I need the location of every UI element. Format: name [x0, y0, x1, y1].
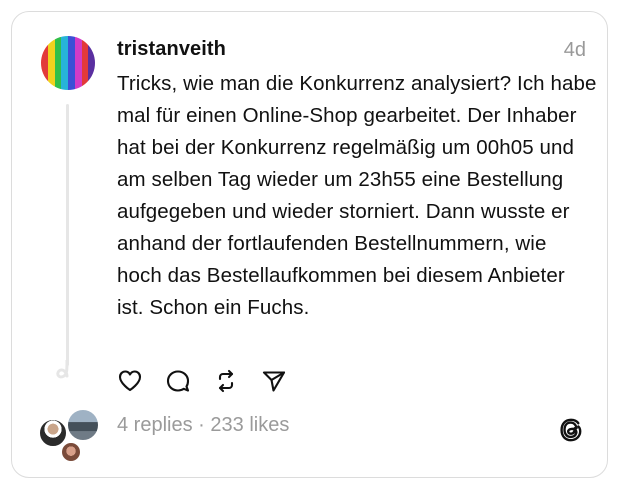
stats-separator: ·	[192, 414, 211, 436]
share-button[interactable]	[261, 368, 287, 394]
post-stats: 4 replies · 233 likes	[117, 414, 289, 437]
post-time[interactable]: 4d	[564, 39, 586, 62]
repost-button[interactable]	[213, 368, 239, 394]
username[interactable]: tristanveith	[117, 38, 226, 61]
avatar-stripe	[61, 36, 68, 90]
replies-count[interactable]: 4 replies	[117, 414, 193, 436]
avatar-stripe	[47, 36, 55, 90]
repost-icon	[218, 369, 234, 393]
reply-button[interactable]	[165, 368, 191, 394]
avatar-stripe	[74, 36, 82, 90]
avatar[interactable]	[41, 36, 95, 90]
threads-logo-icon[interactable]	[557, 416, 585, 444]
thread-line	[66, 104, 69, 366]
post-text: Tricks, wie man die Konkurrenz analysier…	[117, 72, 597, 319]
heart-icon	[118, 370, 142, 392]
replier-avatar[interactable]	[60, 441, 82, 463]
like-button[interactable]	[117, 368, 143, 394]
send-icon	[262, 371, 286, 392]
thread-curl-icon	[56, 360, 69, 379]
replier-avatar[interactable]	[66, 408, 100, 442]
avatar-stripe	[68, 36, 75, 90]
likes-count[interactable]: 233 likes	[210, 414, 289, 436]
avatar-stripe	[54, 36, 62, 90]
comment-icon	[166, 370, 190, 392]
avatar-stripe	[81, 36, 89, 90]
